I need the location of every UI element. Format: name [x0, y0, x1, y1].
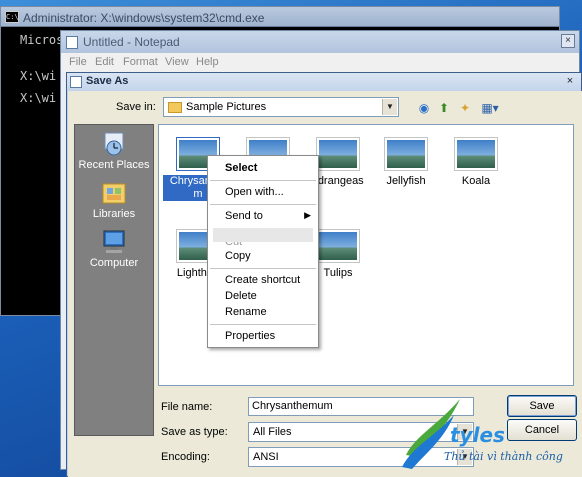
menu-edit[interactable]: Edit: [95, 56, 114, 68]
file-label: Jellyfish: [386, 175, 426, 187]
save-in-dropdown[interactable]: Sample Pictures ▼: [163, 97, 399, 117]
obscured-area: [213, 228, 313, 242]
file-item[interactable]: Koala: [441, 137, 511, 188]
notepad-title: Untitled - Notepad: [83, 35, 180, 49]
watermark-brand: tyles: [450, 423, 505, 447]
computer-icon: [103, 230, 125, 253]
menu-view[interactable]: View: [165, 56, 189, 68]
menu-item-rename[interactable]: Rename: [225, 306, 267, 318]
encoding-value: ANSI: [253, 451, 279, 463]
file-label: Koala: [461, 175, 491, 187]
watermark-logo: tyles Thủ tài vì thành công: [398, 395, 582, 477]
context-menu: Select Open with... Send to ▶ Cut Copy C…: [207, 155, 319, 348]
folder-icon: [168, 102, 182, 113]
place-label: Computer: [89, 257, 139, 269]
cmd-title-bar[interactable]: C:\ Administrator: X:\windows\system32\c…: [1, 7, 559, 27]
menu-item-delete[interactable]: Delete: [225, 290, 257, 302]
close-icon[interactable]: ×: [563, 75, 577, 88]
menu-item-properties[interactable]: Properties: [225, 330, 275, 342]
file-item[interactable]: Jellyfish: [371, 137, 441, 188]
dialog-title: Save As: [86, 75, 129, 87]
watermark-tagline: Thủ tài vì thành công: [444, 450, 563, 463]
menu-format[interactable]: Format: [123, 56, 158, 68]
image-thumbnail-icon: [454, 137, 498, 171]
cmd-output-line: X:\wi: [20, 91, 57, 105]
image-thumbnail-icon: [316, 229, 360, 263]
notepad-close-icon[interactable]: ×: [561, 34, 575, 48]
view-menu-icon[interactable]: ▦▾: [479, 100, 501, 116]
save-as-title-bar[interactable]: Save As ×: [67, 73, 581, 91]
save-in-label: Save in:: [116, 101, 156, 113]
place-computer[interactable]: Computer: [75, 229, 153, 269]
cmd-output-line: X:\wi: [20, 69, 57, 83]
dialog-icon: [70, 76, 82, 88]
place-label: Recent Places: [78, 159, 150, 171]
chevron-down-icon[interactable]: ▼: [382, 99, 397, 115]
cmd-output-line: Micros: [20, 33, 64, 47]
menu-separator: [210, 324, 316, 325]
chevron-right-icon: ▶: [304, 210, 311, 220]
cmd-title: Administrator: X:\windows\system32\cmd.e…: [23, 11, 265, 25]
place-libraries[interactable]: Libraries: [75, 180, 153, 220]
menu-separator: [210, 180, 316, 181]
place-recent[interactable]: Recent Places: [75, 131, 153, 171]
menu-item-send-to[interactable]: Send to: [225, 210, 263, 222]
menu-separator: [210, 268, 316, 269]
menu-item-select[interactable]: Select: [225, 162, 257, 174]
menu-file[interactable]: File: [69, 56, 87, 68]
menu-separator: [210, 204, 316, 205]
menu-item-create-shortcut[interactable]: Create shortcut: [225, 274, 300, 286]
notepad-icon: [66, 36, 78, 49]
recent-places-icon: [104, 132, 124, 156]
place-label: Libraries: [92, 208, 136, 220]
new-folder-icon[interactable]: ✦: [457, 100, 473, 116]
notepad-menubar: File Edit Format View Help: [61, 53, 579, 73]
image-thumbnail-icon: [384, 137, 428, 171]
file-name-label: File name:: [161, 401, 213, 413]
up-folder-icon[interactable]: ⬆: [436, 100, 452, 116]
back-icon[interactable]: ◉: [416, 100, 432, 116]
image-thumbnail-icon: [316, 137, 360, 171]
menu-item-open-with[interactable]: Open with...: [225, 186, 284, 198]
menu-help[interactable]: Help: [196, 56, 219, 68]
cmd-icon: C:\: [5, 11, 19, 23]
save-type-label: Save as type:: [161, 426, 228, 438]
notepad-title-bar[interactable]: Untitled - Notepad ×: [61, 31, 579, 53]
libraries-icon: [102, 183, 126, 204]
file-name-value: Chrysanthemum: [252, 400, 333, 412]
menu-item-copy[interactable]: Copy: [225, 250, 251, 262]
encoding-label: Encoding:: [161, 451, 210, 463]
save-in-value: Sample Pictures: [186, 101, 267, 113]
save-type-value: All Files: [253, 426, 292, 438]
places-bar: Recent Places Libraries Computer: [74, 124, 154, 436]
